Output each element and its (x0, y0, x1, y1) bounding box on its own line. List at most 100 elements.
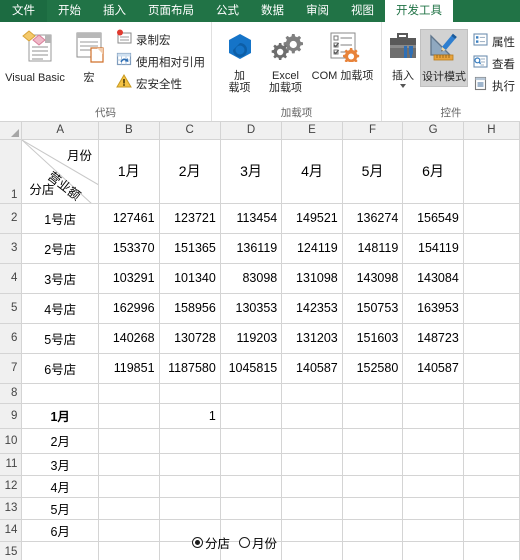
cell-D1[interactable]: 3月 (220, 139, 283, 204)
cell-B9[interactable] (98, 403, 160, 429)
cell-A4[interactable]: 3号店 (21, 263, 100, 294)
cell-B3[interactable]: 153370 (98, 233, 160, 264)
cell-C7[interactable]: 1187580 (159, 353, 221, 384)
cell-F9[interactable] (342, 403, 404, 429)
table-row[interactable]: 8 (0, 383, 520, 404)
cell-G9[interactable] (402, 403, 464, 429)
row-header-5[interactable]: 5 (0, 293, 23, 324)
table-row[interactable]: 9 1月 1 (0, 403, 520, 429)
table-row[interactable]: 11 3月 (0, 453, 520, 476)
cell-H9[interactable] (463, 403, 520, 429)
cell-C13[interactable] (159, 497, 221, 520)
cell-F15[interactable] (342, 541, 404, 560)
cell-A14[interactable]: 6月 (21, 519, 100, 542)
cell-A5[interactable]: 4号店 (21, 293, 100, 324)
option-button-month[interactable]: 月份 (239, 533, 277, 552)
cell-A10[interactable]: 2月 (21, 428, 100, 454)
cell-F10[interactable] (342, 428, 404, 454)
row-header-4[interactable]: 4 (0, 263, 23, 294)
cell-B6[interactable]: 140268 (98, 323, 160, 354)
cell-A11[interactable]: 3月 (21, 453, 100, 476)
cell-C12[interactable] (159, 475, 221, 498)
cell-A13[interactable]: 5月 (21, 497, 100, 520)
cell-G10[interactable] (402, 428, 464, 454)
cell-H8[interactable] (463, 383, 520, 404)
cell-F3[interactable]: 148119 (342, 233, 404, 264)
cell-F4[interactable]: 143098 (342, 263, 404, 294)
cell-E6[interactable]: 131203 (281, 323, 343, 354)
cell-B7[interactable]: 119851 (98, 353, 160, 384)
cell-F8[interactable] (342, 383, 404, 404)
row-header-3[interactable]: 3 (0, 233, 23, 264)
col-header-E[interactable]: E (281, 122, 343, 140)
cell-E9[interactable] (281, 403, 343, 429)
row-header-15[interactable]: 15 (0, 541, 23, 560)
row-header-6[interactable]: 6 (0, 323, 23, 354)
cell-D4[interactable]: 83098 (220, 263, 283, 294)
cell-B5[interactable]: 162996 (98, 293, 160, 324)
cell-B15[interactable] (98, 541, 160, 560)
cell-G14[interactable] (402, 519, 464, 542)
cell-F2[interactable]: 136274 (342, 203, 404, 234)
macro-button[interactable]: 宏 (66, 27, 112, 87)
radio-unselected-icon[interactable] (239, 537, 251, 548)
cell-A8[interactable] (21, 383, 100, 404)
table-row[interactable]: 6 5号店 140268 130728 119203 131203 151603… (0, 323, 520, 354)
tab-developer[interactable]: 开发工具 (385, 0, 453, 22)
tab-review[interactable]: 审阅 (295, 0, 340, 22)
cell-C4[interactable]: 101340 (159, 263, 221, 294)
cell-A12[interactable]: 4月 (21, 475, 100, 498)
row-header-13[interactable]: 13 (0, 497, 23, 520)
tab-home[interactable]: 开始 (47, 0, 92, 22)
cell-D11[interactable] (220, 453, 283, 476)
option-button-branch[interactable]: 分店 (192, 533, 230, 552)
row-header-11[interactable]: 11 (0, 453, 23, 476)
cell-D8[interactable] (220, 383, 283, 404)
table-row[interactable]: 7 6号店 119851 1187580 1045815 140587 1525… (0, 353, 520, 384)
cell-E5[interactable]: 142353 (281, 293, 343, 324)
cell-D5[interactable]: 130353 (220, 293, 283, 324)
option-button-group[interactable]: 分店 月份 (192, 533, 277, 552)
cell-A9[interactable]: 1月 (21, 403, 100, 429)
cell-A1-diagonal-header[interactable]: 月份 营业额 分店 (21, 139, 100, 204)
cell-E3[interactable]: 124119 (281, 233, 343, 264)
cell-B12[interactable] (98, 475, 160, 498)
row-header-10[interactable]: 10 (0, 428, 23, 454)
chevron-down-icon[interactable] (400, 84, 406, 88)
view-code-button[interactable]: 查看 (471, 54, 517, 73)
row-header-7[interactable]: 7 (0, 353, 23, 384)
table-row[interactable]: 10 2月 (0, 428, 520, 454)
cell-H15[interactable] (463, 541, 520, 560)
table-row[interactable]: 13 5月 (0, 497, 520, 520)
cell-E8[interactable] (281, 383, 343, 404)
cell-D7[interactable]: 1045815 (220, 353, 283, 384)
relative-reference-button[interactable]: 使用相对引用 (114, 52, 207, 71)
cell-B1[interactable]: 1月 (98, 139, 160, 204)
insert-control-button[interactable]: 插入 (386, 29, 420, 91)
col-header-C[interactable]: C (159, 122, 221, 140)
cell-C8[interactable] (159, 383, 221, 404)
com-addins-button[interactable]: COM 加载项 (312, 29, 374, 85)
cell-F14[interactable] (342, 519, 404, 542)
cell-D12[interactable] (220, 475, 283, 498)
cell-E4[interactable]: 131098 (281, 263, 343, 294)
cell-C2[interactable]: 123721 (159, 203, 221, 234)
row-header-9[interactable]: 9 (0, 403, 23, 429)
cell-G8[interactable] (402, 383, 464, 404)
cell-G11[interactable] (402, 453, 464, 476)
cell-D13[interactable] (220, 497, 283, 520)
cell-G4[interactable]: 143084 (402, 263, 464, 294)
cell-E11[interactable] (281, 453, 343, 476)
cell-G6[interactable]: 148723 (402, 323, 464, 354)
table-row[interactable]: 12 4月 (0, 475, 520, 498)
cell-E7[interactable]: 140587 (281, 353, 343, 384)
cell-H2[interactable] (463, 203, 520, 234)
cell-F7[interactable]: 152580 (342, 353, 404, 384)
cell-H3[interactable] (463, 233, 520, 264)
cell-G2[interactable]: 156549 (402, 203, 464, 234)
cell-C6[interactable]: 130728 (159, 323, 221, 354)
table-row[interactable]: 3 2号店 153370 151365 136119 124119 148119… (0, 233, 520, 264)
cell-G3[interactable]: 154119 (402, 233, 464, 264)
cell-G7[interactable]: 140587 (402, 353, 464, 384)
cell-H7[interactable] (463, 353, 520, 384)
